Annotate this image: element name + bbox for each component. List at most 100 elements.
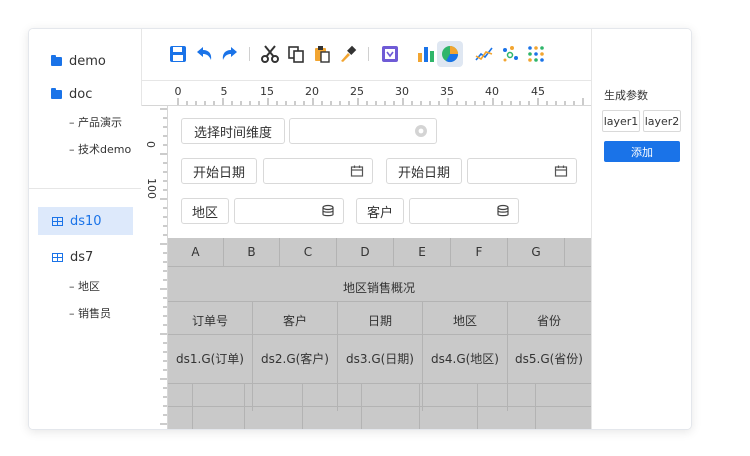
grid-line xyxy=(422,301,423,411)
add-button[interactable]: 添加 xyxy=(604,141,680,162)
layer-tag-2[interactable]: layer2 xyxy=(643,110,681,132)
calendar-icon[interactable] xyxy=(554,164,568,178)
grid-line xyxy=(168,266,591,267)
header-cell-province[interactable]: 省份 xyxy=(537,312,561,329)
column-header-e[interactable]: E xyxy=(394,238,451,266)
panel-title: 生成参数 xyxy=(604,89,648,102)
cut-icon[interactable] xyxy=(259,43,281,65)
dataset-icon xyxy=(52,216,63,226)
filter-form-icon[interactable] xyxy=(379,43,401,65)
time-dimension-select[interactable] xyxy=(289,118,437,144)
tree-dataset-ds10[interactable]: ds10 xyxy=(29,209,141,233)
region-label: 地区 xyxy=(181,198,229,224)
horizontal-ruler: 0 5 15 20 25 30 35 40 45 xyxy=(142,81,591,106)
format-brush-icon[interactable] xyxy=(337,43,359,65)
ruler-label: 20 xyxy=(305,85,319,98)
column-header-b[interactable]: B xyxy=(224,238,280,266)
grid-line xyxy=(361,383,362,429)
time-dimension-label: 选择时间维度 xyxy=(181,118,285,144)
line-chart-icon[interactable] xyxy=(473,43,495,65)
vertical-ruler: 0 100 xyxy=(141,106,168,429)
grid-line xyxy=(168,334,591,335)
grid-line xyxy=(477,383,478,429)
parameter-form: 选择时间维度 开始日期 开始日期 地区 客户 xyxy=(168,106,591,238)
column-header-a[interactable]: A xyxy=(168,238,224,266)
header-cell-region[interactable]: 地区 xyxy=(453,312,477,329)
header-cell-date[interactable]: 日期 xyxy=(368,312,392,329)
column-header-d[interactable]: D xyxy=(337,238,394,266)
ruler-label: 40 xyxy=(485,85,499,98)
folder-icon xyxy=(51,87,62,99)
ruler-label: 45 xyxy=(531,85,545,98)
start-date-input[interactable] xyxy=(263,158,373,184)
tree-item-salesman[interactable]: – 销售员 xyxy=(69,305,111,321)
start-date-input-2[interactable] xyxy=(467,158,577,184)
report-grid[interactable]: A B C D E F G 地区销售概况 订单号 客户 日期 地区 省份 ds1… xyxy=(168,238,591,429)
ruler-label: 30 xyxy=(395,85,409,98)
ruler-ticks xyxy=(160,108,167,425)
ruler-ticks xyxy=(177,98,584,105)
data-cell-date[interactable]: ds3.G(日期) xyxy=(346,350,414,367)
report-title-cell[interactable]: 地区销售概况 xyxy=(343,279,415,296)
tree-dataset-label: ds10 xyxy=(70,213,102,229)
toolbar-separator xyxy=(368,47,369,61)
grid-line xyxy=(337,301,338,411)
region-select[interactable] xyxy=(234,198,344,224)
data-cell-order[interactable]: ds1.G(订单) xyxy=(176,350,244,367)
data-cell-customer[interactable]: ds2.G(客户) xyxy=(261,350,329,367)
grid-line xyxy=(535,383,536,429)
report-designer-window: demo doc – 产品演示 – 技术demo ds10 ds7 – 地区 –… xyxy=(28,28,692,430)
database-icon[interactable] xyxy=(321,204,335,218)
database-icon[interactable] xyxy=(496,204,510,218)
tree-folder-demo[interactable]: demo xyxy=(29,49,141,73)
start-date-label: 开始日期 xyxy=(181,158,257,184)
grid-line xyxy=(244,383,245,429)
undo-icon[interactable] xyxy=(193,43,215,65)
header-cell-order[interactable]: 订单号 xyxy=(192,312,228,329)
redo-icon[interactable] xyxy=(219,43,241,65)
save-icon[interactable] xyxy=(167,43,189,65)
ruler-label: 15 xyxy=(260,85,274,98)
grid-line xyxy=(252,301,253,411)
column-header-c[interactable]: C xyxy=(280,238,337,266)
customer-select[interactable] xyxy=(409,198,519,224)
calendar-icon[interactable] xyxy=(350,164,364,178)
pie-chart-icon[interactable] xyxy=(437,41,463,67)
dataset-tree-panel: demo doc – 产品演示 – 技术demo ds10 ds7 – 地区 –… xyxy=(29,29,142,429)
scatter-chart-icon[interactable] xyxy=(499,43,521,65)
ruler-label: 100 xyxy=(145,178,158,199)
start-date-label-2: 开始日期 xyxy=(386,158,462,184)
paste-icon[interactable] xyxy=(311,43,333,65)
ruler-label: 35 xyxy=(440,85,454,98)
tree-item-product-demo[interactable]: – 产品演示 xyxy=(69,114,122,130)
ruler-label: 0 xyxy=(174,85,182,98)
grid-line xyxy=(168,301,591,302)
tree-item-region[interactable]: – 地区 xyxy=(69,278,100,294)
tree-folder-label: doc xyxy=(69,86,93,102)
tree-item-tech-demo[interactable]: – 技术demo xyxy=(69,141,131,157)
bar-chart-icon[interactable] xyxy=(415,43,437,65)
column-header-g[interactable]: G xyxy=(508,238,565,266)
heatmap-chart-icon[interactable] xyxy=(525,43,547,65)
copy-icon[interactable] xyxy=(285,43,307,65)
ruler-label: 25 xyxy=(350,85,364,98)
grid-line xyxy=(507,301,508,411)
tree-dataset-ds7[interactable]: ds7 xyxy=(29,245,141,269)
toolbar-separator xyxy=(249,47,250,61)
grid-line xyxy=(419,383,420,429)
layer-tag-1[interactable]: layer1 xyxy=(602,110,640,132)
properties-panel: 生成参数 layer1 layer2 添加 xyxy=(591,29,691,429)
column-header-f[interactable]: F xyxy=(451,238,508,266)
ruler-label: 0 xyxy=(144,141,157,148)
folder-icon xyxy=(51,54,62,66)
data-cell-region[interactable]: ds4.G(地区) xyxy=(431,350,499,367)
grid-line xyxy=(302,383,303,429)
tree-folder-doc[interactable]: doc xyxy=(29,82,141,106)
grid-line xyxy=(168,383,591,384)
data-cell-province[interactable]: ds5.G(省份) xyxy=(515,350,583,367)
customer-label: 客户 xyxy=(356,198,404,224)
grid-line xyxy=(168,406,591,407)
ruler-label: 5 xyxy=(220,85,228,98)
clear-icon[interactable] xyxy=(414,124,428,138)
header-cell-customer[interactable]: 客户 xyxy=(283,312,307,329)
